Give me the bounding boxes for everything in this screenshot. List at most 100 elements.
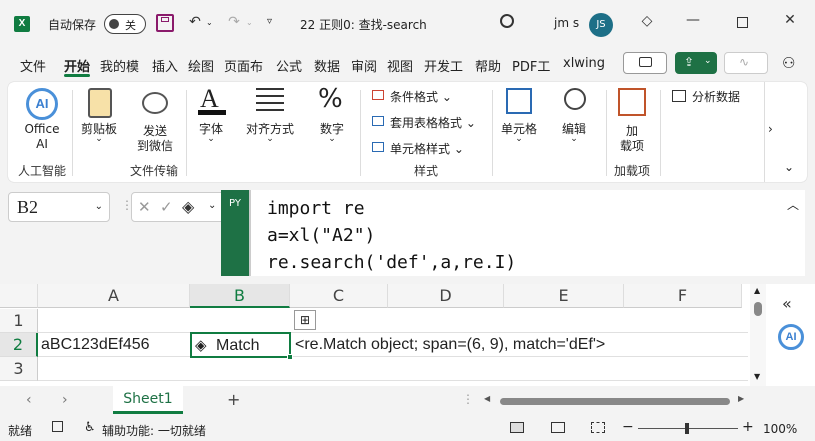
tab-page-layout[interactable]: 页面布 [224,56,263,75]
avatar[interactable]: JS [589,13,613,37]
cells-dropdown-icon[interactable]: ⌄ [498,134,540,144]
tab-file[interactable]: 文件 [20,56,46,75]
python-output-dropdown-icon[interactable]: ⌄ [208,200,216,211]
page-layout-view-icon[interactable] [551,422,565,433]
tab-draw[interactable]: 绘图 [188,56,214,75]
hscroll-right-icon[interactable]: ▶ [738,394,744,403]
row-gridline [38,380,748,381]
tab-insert[interactable]: 插入 [152,56,178,75]
tab-developer[interactable]: 开发工 [424,56,463,75]
row-header-1[interactable]: 1 [0,309,38,333]
align-dropdown-icon[interactable]: ⌄ [242,134,298,144]
cancel-icon[interactable]: ✕ [138,198,151,216]
search-icon[interactable] [500,14,514,28]
font-dropdown-icon[interactable]: ⌄ [194,134,228,144]
tab-split-icon[interactable]: ⋮ [462,392,474,406]
redo-dropdown-icon[interactable]: ⌄ [246,18,253,27]
name-box[interactable]: B2 ⌄ [8,192,110,222]
page-break-view-icon[interactable] [591,422,605,433]
cond-format-button[interactable]: 条件格式 ⌄ [390,88,452,105]
tab-view[interactable]: 视图 [387,56,413,75]
name-box-dropdown-icon[interactable]: ⌄ [95,201,103,212]
next-sheet-icon[interactable]: › [62,392,68,408]
cell-b2[interactable]: ◈ Match [190,332,291,358]
collapse-ribbon-icon[interactable]: ⌄ [784,160,794,174]
sheet-tab-sheet1[interactable]: Sheet1 [113,386,183,414]
normal-view-icon[interactable] [510,422,524,433]
save-icon[interactable] [156,14,174,32]
formula-editor[interactable]: import re a=xl("A2") re.search('def',a,r… [249,190,805,276]
accessibility-icon[interactable]: ♿ [84,420,96,435]
column-header-f[interactable]: F [624,284,742,308]
add-sheet-button[interactable]: + [227,390,240,409]
zoom-in-icon[interactable]: + [742,419,754,435]
zoom-out-icon[interactable]: − [622,419,634,435]
collapse-formula-icon[interactable]: ︿ [787,196,799,213]
user-name[interactable]: jm s [554,16,579,30]
cell-a2[interactable]: aBC123dEf456 [38,333,190,357]
scroll-thumb[interactable] [754,302,762,316]
title-bar: X 自动保存 关 ↶ ⌄ ↷ ⌄ ▿ 22 正则0: 查找-search jm … [0,0,815,48]
number-dropdown-icon[interactable]: ⌄ [312,134,352,144]
comments-button[interactable] [623,52,667,74]
minimize-button[interactable]: — [683,12,703,28]
redo-icon[interactable]: ↷ [224,14,244,30]
office-ai-line1[interactable]: Office [22,122,62,136]
tab-home[interactable]: 开始 [64,56,90,75]
diamond-icon[interactable]: ◇ [637,13,657,29]
group-divider [606,90,607,176]
zoom-slider-thumb[interactable] [685,423,689,434]
copilot-person-icon[interactable]: ⚇ [782,54,795,72]
worksheet-grid[interactable]: A B C D E F 1 2 3 aBC123dEf456 ◈ Match ⊞… [0,284,815,386]
addins-line2[interactable]: 载项 [614,137,650,154]
scroll-up-icon[interactable]: ▲ [754,286,760,295]
enter-icon[interactable]: ✓ [160,198,173,216]
table-format-button[interactable]: 套用表格格式 ⌄ [390,114,476,131]
autosave-toggle[interactable]: 关 [104,14,146,34]
tab-my-templates[interactable]: 我的模 [100,56,139,75]
accessibility-status[interactable]: 辅助功能: 一切就绪 [102,422,206,439]
cell-c2[interactable]: <re.Match object; span=(6, 9), match='dE… [292,333,748,357]
vertical-scrollbar[interactable]: ▲ ▼ [750,284,766,386]
row-header-3[interactable]: 3 [0,357,38,381]
maximize-button[interactable] [737,17,748,28]
tab-help[interactable]: 帮助 [475,56,501,75]
column-header-d[interactable]: D [388,284,504,308]
scroll-down-icon[interactable]: ▼ [754,372,760,381]
share-button[interactable]: ⇪ ⌄ [675,52,717,74]
close-button[interactable]: ✕ [780,12,800,28]
column-header-a[interactable]: A [38,284,190,308]
tab-formulas[interactable]: 公式 [276,56,302,75]
cell-style-button[interactable]: 单元格样式 ⌄ [390,140,464,157]
row-header-2[interactable]: 2 [0,333,38,357]
edit-dropdown-icon[interactable]: ⌄ [556,134,592,144]
cond-format-label: 条件格式 [390,90,439,104]
customize-qat-icon[interactable]: ▿ [267,16,272,27]
hscroll-left-icon[interactable]: ◀ [484,394,490,403]
office-ai-line2[interactable]: AI [22,137,62,151]
tab-pdf-tools[interactable]: PDF工 [512,56,550,75]
zoom-level[interactable]: 100% [763,422,797,436]
comment-icon [639,57,652,67]
tab-review[interactable]: 审阅 [351,56,377,75]
analyze-data-button[interactable]: 分析数据 [692,88,740,105]
tab-xlwings[interactable]: xlwing [563,56,605,71]
send-wechat-line2[interactable]: 到微信 [132,137,178,154]
horizontal-scroll-thumb[interactable] [500,398,730,405]
expand-pane-icon[interactable]: « [782,294,792,313]
ribbon-scroll-right-icon[interactable]: › [768,122,773,136]
python-output-icon[interactable]: ◈ [182,197,194,216]
macro-record-icon[interactable] [52,421,63,432]
select-all-corner[interactable] [0,284,38,308]
column-header-b[interactable]: B [190,284,290,308]
card-icon[interactable]: ⊞ [294,310,316,330]
column-header-c[interactable]: C [290,284,388,308]
clipboard-dropdown-icon[interactable]: ⌄ [78,134,120,144]
column-header-e[interactable]: E [504,284,624,308]
tab-data[interactable]: 数据 [314,56,340,75]
office-ai-pane-icon[interactable]: AI [778,324,804,350]
undo-dropdown-icon[interactable]: ⌄ [206,18,213,27]
prev-sheet-icon[interactable]: ‹ [26,392,32,408]
undo-icon[interactable]: ↶ [185,14,205,30]
catchup-button[interactable]: ∿ [724,52,768,74]
